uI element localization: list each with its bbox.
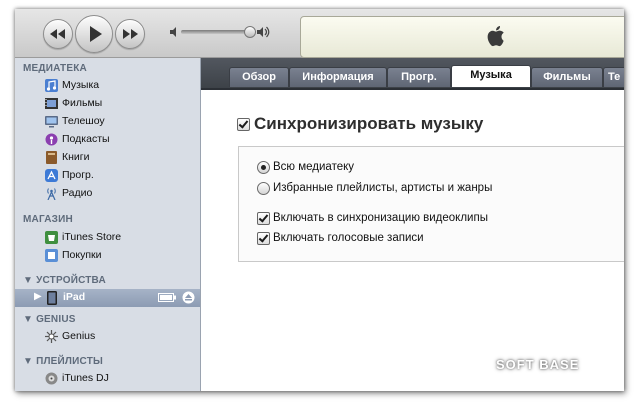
sidebar-item-podcasts[interactable]: Подкасты xyxy=(45,131,200,148)
volume-low-icon xyxy=(170,27,176,37)
sidebar-item-label: iTunes DJ xyxy=(62,372,109,384)
tab-movies[interactable]: Фильмы xyxy=(531,67,603,87)
store-icon xyxy=(45,231,58,244)
radio-entire-library[interactable] xyxy=(257,161,270,174)
option-entire-library-label: Всю медиатеку xyxy=(273,161,355,173)
eject-icon[interactable] xyxy=(182,291,195,304)
device-tabs: Обзор Информация Прогр. Музыка Фильмы Те xyxy=(201,58,624,90)
disclosure-triangle-icon[interactable]: ▶ xyxy=(34,291,42,302)
sidebar-item-radio[interactable]: Радио xyxy=(45,185,200,202)
radio-icon xyxy=(47,188,56,200)
sidebar-item-books[interactable]: Книги xyxy=(45,149,200,166)
movies-icon xyxy=(45,98,58,109)
genius-header: ▼ GENIUS xyxy=(23,314,76,325)
sidebar-item-ipad[interactable]: ▶ iPad xyxy=(15,289,200,307)
podcast-icon xyxy=(45,133,58,146)
store-header: МАГАЗИН xyxy=(23,214,73,225)
battery-icon xyxy=(158,293,176,302)
ipad-icon xyxy=(47,291,57,305)
sidebar-item-label: Фильмы xyxy=(62,97,103,109)
volume-track[interactable] xyxy=(181,30,253,34)
volume-slider[interactable] xyxy=(169,25,270,39)
sidebar-item-label: Книги xyxy=(62,151,90,163)
volume-knob[interactable] xyxy=(244,26,256,38)
radio-selected-playlists[interactable] xyxy=(257,182,270,195)
apps-icon xyxy=(45,169,58,182)
play-button[interactable] xyxy=(75,15,113,53)
sidebar-item-label: iTunes Store xyxy=(62,231,122,243)
include-videos-label: Включать в синхронизацию видеоклипы xyxy=(273,212,488,224)
music-icon xyxy=(45,79,58,92)
option-selected-playlists-label: Избранные плейлисты, артисты и жанры xyxy=(273,182,493,194)
volume-high-icon xyxy=(257,26,270,38)
play-icon xyxy=(90,26,102,42)
sidebar-item-label: Музыка xyxy=(62,79,100,91)
sidebar-item-movies[interactable]: Фильмы xyxy=(45,95,200,112)
sidebar-item-label: Прогр. xyxy=(62,169,94,181)
sidebar-item-label: Телешоу xyxy=(62,115,105,127)
rewind-icon xyxy=(50,29,65,39)
tab-summary[interactable]: Обзор xyxy=(229,67,289,87)
include-voice-memos-label: Включать голосовые записи xyxy=(273,232,424,244)
sidebar-item-itunes-dj[interactable]: iTunes DJ xyxy=(45,370,200,387)
tab-info[interactable]: Информация xyxy=(289,67,387,87)
sync-music-checkbox[interactable] xyxy=(237,118,250,131)
rewind-button[interactable] xyxy=(43,19,73,49)
genius-icon xyxy=(45,330,58,343)
fast-forward-button[interactable] xyxy=(115,19,145,49)
sidebar-item-genius[interactable]: Genius xyxy=(45,328,200,345)
purchases-icon xyxy=(45,249,58,262)
library-header: МЕДИАТЕКА xyxy=(23,63,87,74)
toolbar xyxy=(15,9,624,58)
sidebar-item-label: Покупки xyxy=(62,249,102,261)
sidebar-item-label: Genius xyxy=(62,330,96,342)
status-display xyxy=(300,16,624,58)
tab-tv[interactable]: Те xyxy=(603,67,624,87)
devices-header: ▼ УСТРОЙСТВА xyxy=(23,275,106,286)
include-voice-memos-checkbox[interactable] xyxy=(257,232,270,245)
itunes-window: МЕДИАТЕКА Музыка Фильмы Телешоу Подкасты… xyxy=(15,9,624,391)
fast-forward-icon xyxy=(123,29,138,39)
include-videos-checkbox[interactable] xyxy=(257,212,270,225)
tv-icon xyxy=(45,116,58,128)
playlists-header: ▼ ПЛЕЙЛИСТЫ xyxy=(23,356,104,367)
tab-apps[interactable]: Прогр. xyxy=(387,67,451,87)
sidebar-item-apps[interactable]: Прогр. xyxy=(45,167,200,184)
tab-music[interactable]: Музыка xyxy=(451,65,531,87)
device-content: Обзор Информация Прогр. Музыка Фильмы Те… xyxy=(201,58,624,391)
sidebar-item-purchases[interactable]: Покупки xyxy=(45,247,200,264)
sidebar-item-tv[interactable]: Телешоу xyxy=(45,113,200,130)
sidebar: МЕДИАТЕКА Музыка Фильмы Телешоу Подкасты… xyxy=(15,58,201,391)
sidebar-item-label: Радио xyxy=(62,187,93,199)
sync-music-label: Синхронизировать музыку xyxy=(254,114,484,133)
watermark: SOFT BASE xyxy=(496,357,580,372)
sidebar-item-music[interactable]: Музыка xyxy=(45,77,200,94)
book-icon xyxy=(46,151,57,164)
sidebar-item-label: Подкасты xyxy=(62,133,110,145)
dj-icon xyxy=(45,372,58,385)
sidebar-item-itunes-store[interactable]: iTunes Store xyxy=(45,229,200,246)
sidebar-item-label: iPad xyxy=(63,291,86,303)
apple-logo-icon xyxy=(487,26,504,47)
